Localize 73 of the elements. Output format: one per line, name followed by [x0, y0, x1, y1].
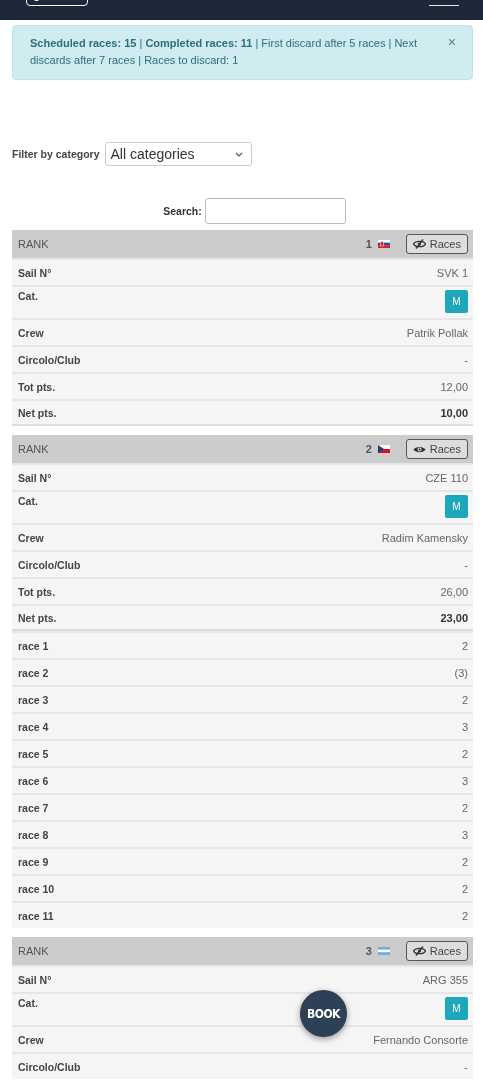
field-label: race 4 — [18, 720, 49, 733]
category-dropdown[interactable]: All categories — [104, 142, 252, 166]
field-label: Circolo/Club — [18, 353, 81, 366]
field-value: Radim Kamensky — [381, 531, 468, 544]
field-label: race 2 — [18, 666, 49, 679]
field-label: race 9 — [18, 855, 49, 868]
field-label: Cat. — [18, 495, 38, 507]
races-button[interactable]: Races — [405, 941, 468, 961]
search-field[interactable] — [204, 198, 346, 224]
field-label: Cat. — [18, 290, 38, 302]
field-value: 10,00 — [440, 406, 468, 419]
rank-number: 3 — [365, 945, 372, 957]
races-button[interactable]: Races — [405, 439, 468, 459]
field-value: 2 — [461, 882, 468, 895]
field-value: - — [464, 1060, 468, 1073]
chevron-icon — [234, 151, 243, 157]
field-value: 26,00 — [440, 585, 468, 598]
field-label: race 11 — [18, 909, 54, 922]
rank-number: 1 — [365, 238, 372, 250]
field-value: 2 — [461, 639, 468, 652]
filter-label: Filter by category — [12, 148, 100, 160]
field-label: Circolo/Club — [18, 558, 81, 571]
field-value: ARG 355 — [422, 973, 468, 986]
field-label: Sail N° — [18, 266, 52, 279]
alert-text: Scheduled races: 15 | Completed races: 11 | First discard after 5 races | Next discards after 7 races | Races to discard: 1 — [30, 37, 418, 66]
field-label: Sail N° — [18, 471, 52, 484]
field-value: - — [464, 353, 468, 366]
category-badge: M — [445, 495, 468, 518]
field-label: race 1 — [18, 639, 49, 652]
close-button[interactable]: × — [447, 35, 456, 49]
field-value: 3 — [461, 774, 468, 787]
field-label: Tot pts. — [18, 380, 56, 393]
eye-icon — [412, 444, 426, 454]
field-label: race 6 — [18, 774, 49, 787]
field-value: 23,00 — [440, 611, 468, 624]
field-label: race 10 — [18, 882, 55, 895]
field-label: race 5 — [18, 747, 49, 760]
field-value: Fernando Consorte — [373, 1033, 468, 1046]
field-value: 3 — [461, 720, 468, 733]
field-value: 2 — [461, 747, 468, 760]
field-value: 3 — [461, 828, 468, 841]
field-value: 2 — [461, 693, 468, 706]
field-value: CZE 110 — [425, 471, 468, 484]
field-label: Net pts. — [18, 611, 57, 624]
category-badge: M — [445, 290, 468, 313]
field-value: 2 — [461, 855, 468, 868]
rank-label: RANK — [18, 945, 50, 957]
field-label: Cat. — [18, 997, 38, 1009]
field-label: Crew — [18, 326, 44, 339]
eye-slash-icon — [412, 239, 426, 249]
races-button[interactable]: Races — [405, 234, 468, 254]
field-label: Circolo/Club — [18, 1060, 81, 1073]
field-value: SVK 1 — [436, 266, 468, 279]
field-label: Sail N° — [18, 973, 52, 986]
field-label: Crew — [18, 531, 44, 544]
field-value: (3) — [454, 666, 468, 679]
field-value: - — [464, 558, 468, 571]
field-label: race 8 — [18, 828, 49, 841]
field-label: Crew — [18, 1033, 44, 1046]
rank-number: 2 — [365, 443, 372, 455]
rank-label: RANK — [18, 238, 50, 250]
field-value: 2 — [461, 909, 468, 922]
field-value: 2 — [461, 801, 468, 814]
search-label: Search: — [163, 205, 202, 217]
field-label: Net pts. — [18, 406, 57, 419]
eye-slash-icon — [412, 946, 426, 956]
category-badge: M — [445, 997, 468, 1020]
field-label: race 3 — [18, 693, 49, 706]
field-label: Tot pts. — [18, 585, 56, 598]
field-label: race 7 — [18, 801, 49, 814]
field-value: Patrik Pollak — [406, 326, 468, 339]
rank-label: RANK — [18, 443, 50, 455]
field-value: 12,00 — [440, 380, 468, 393]
